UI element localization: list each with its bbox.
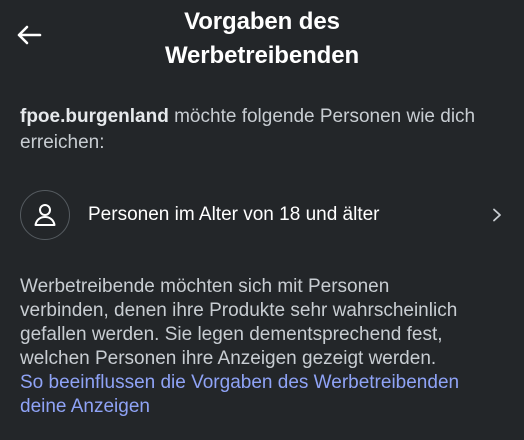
header: Vorgaben des Werbetreibenden xyxy=(0,0,524,92)
person-icon xyxy=(34,204,56,226)
description-line-1: Werbetreibende möchten sich mit Personen xyxy=(20,276,390,297)
audience-age-label: Personen im Alter von 18 und älter xyxy=(88,204,380,225)
description-line-2: verbinden, denen ihre Produkte sehr wahr… xyxy=(20,300,458,321)
learn-more-link[interactable]: So beeinflussen die Vorgaben des Werbetr… xyxy=(20,371,510,419)
page-title-line-1: Vorgaben des xyxy=(184,8,340,35)
description-line-4: welchen Personen ihre Anzeigen gezeigt w… xyxy=(20,348,437,369)
learn-more-link-line-2: deine Anzeigen xyxy=(20,396,150,417)
page-title-line-2: Werbetreibenden xyxy=(164,42,360,69)
chevron-right-icon-container xyxy=(488,206,506,224)
arrow-left-icon xyxy=(17,25,42,45)
description-text: Werbetreibende möchten sich mit Personen… xyxy=(20,275,510,419)
description-line-3: gefallen werden. Sie legen dementspreche… xyxy=(20,324,443,345)
back-button[interactable] xyxy=(12,18,46,52)
chevron-right-icon xyxy=(493,208,501,222)
audience-age-row[interactable]: Personen im Alter von 18 und älter xyxy=(20,188,510,242)
person-icon-container xyxy=(20,190,70,240)
learn-more-link-line-1: So beeinflussen die Vorgaben des Werbetr… xyxy=(20,372,460,393)
intro-text: fpoe.burgenland möchte folgende Personen… xyxy=(20,104,510,156)
advertiser-name: fpoe.burgenland xyxy=(20,106,169,127)
page-title: Vorgaben des Werbetreibenden xyxy=(100,5,424,73)
